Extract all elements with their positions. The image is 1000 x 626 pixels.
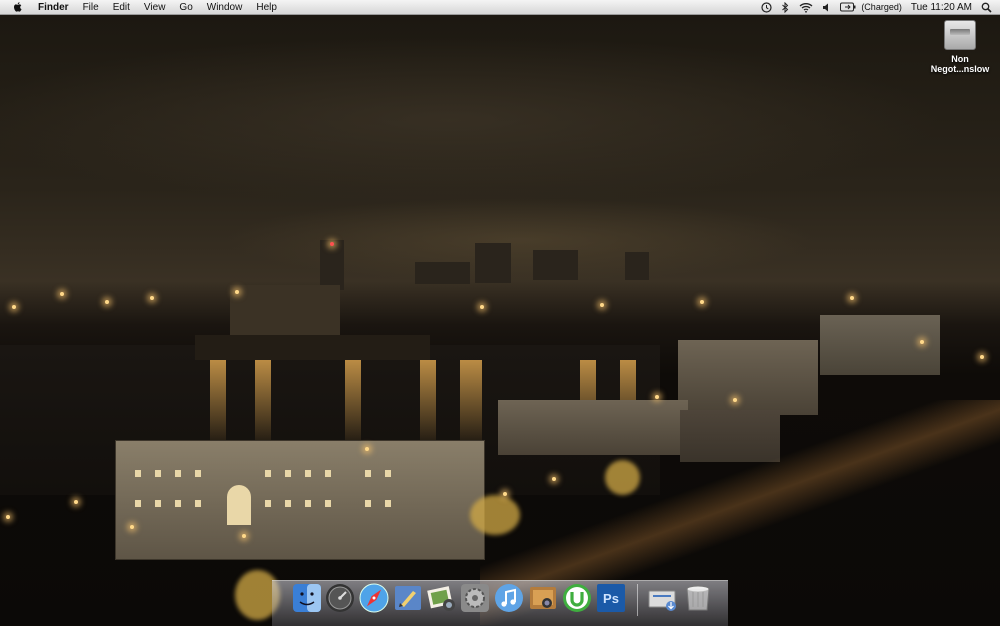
photoshop-icon[interactable]: Ps (596, 583, 626, 613)
menu-go[interactable]: Go (179, 2, 192, 13)
photoshop-icon-label: Ps (603, 591, 619, 606)
tree (605, 460, 640, 495)
apartment-building (820, 315, 940, 375)
city-light (6, 515, 10, 519)
bluetooth-icon[interactable] (781, 1, 790, 13)
reflection (345, 360, 361, 450)
mail-icon[interactable] (393, 583, 423, 613)
desktop-wallpaper (0, 0, 1000, 625)
city-light (105, 300, 109, 304)
wifi-icon[interactable] (799, 2, 813, 13)
drive-label-line2: Negot...nslow (930, 64, 990, 74)
desktop-drive[interactable]: Non Negot...nslow (930, 20, 990, 74)
city-light (733, 398, 737, 402)
city-light (480, 305, 484, 309)
city-light (235, 290, 239, 294)
utorrent-icon[interactable] (562, 583, 592, 613)
spotlight-icon[interactable] (981, 2, 992, 13)
city-light (980, 355, 984, 359)
skyline-building (625, 252, 649, 280)
menu-bar: Finder File Edit View Go Window Help (Ch… (0, 0, 1000, 15)
city-light (74, 500, 78, 504)
reflection (255, 360, 271, 450)
drive-label-line1: Non (951, 54, 969, 64)
city-light (60, 292, 64, 296)
dashboard-icon[interactable] (325, 583, 355, 613)
menu-help[interactable]: Help (256, 2, 277, 13)
menu-extras: (Charged) Tue 11:20 AM (761, 0, 992, 14)
office-building (115, 440, 485, 560)
apple-menu-icon[interactable] (12, 1, 24, 13)
skyline-building (475, 243, 511, 283)
tree (470, 495, 520, 535)
trash-icon[interactable] (683, 583, 713, 613)
system-preferences-icon[interactable] (460, 583, 490, 613)
city-light (600, 303, 604, 307)
dock-separator (637, 584, 638, 616)
downloads-stack-icon[interactable] (647, 583, 677, 613)
hard-drive-icon[interactable] (944, 20, 976, 50)
city-light (552, 477, 556, 481)
city-light (655, 395, 659, 399)
menubar-clock[interactable]: Tue 11:20 AM (911, 2, 972, 13)
city-light (700, 300, 704, 304)
app-menu-finder[interactable]: Finder (38, 2, 69, 13)
iphoto-icon[interactable] (426, 583, 456, 613)
city-light (12, 305, 16, 309)
menu-file[interactable]: File (83, 2, 99, 13)
reflection (210, 360, 226, 450)
city-light (150, 296, 154, 300)
volume-icon[interactable] (822, 2, 831, 13)
menu-view[interactable]: View (144, 2, 166, 13)
battery-icon[interactable] (840, 2, 856, 12)
reflection (420, 360, 436, 450)
time-machine-icon[interactable] (761, 1, 772, 13)
ship (195, 335, 430, 360)
photo-booth-icon[interactable] (528, 583, 558, 613)
finder-icon[interactable] (292, 583, 322, 613)
safari-icon[interactable] (359, 583, 389, 613)
skyline-building (533, 250, 578, 280)
reflection (460, 360, 482, 450)
skyline-building (320, 240, 344, 290)
city-light (130, 525, 134, 529)
city-light (330, 242, 334, 246)
city-light (365, 447, 369, 451)
battery-status-text[interactable]: (Charged) (861, 2, 902, 12)
city-light (503, 492, 507, 496)
city-light (850, 296, 854, 300)
skyline-building (415, 262, 470, 284)
grain-terminal (230, 285, 340, 335)
city-light (920, 340, 924, 344)
menu-window[interactable]: Window (207, 2, 243, 13)
menu-edit[interactable]: Edit (113, 2, 130, 13)
itunes-icon[interactable] (494, 583, 524, 613)
city-light (242, 534, 246, 538)
